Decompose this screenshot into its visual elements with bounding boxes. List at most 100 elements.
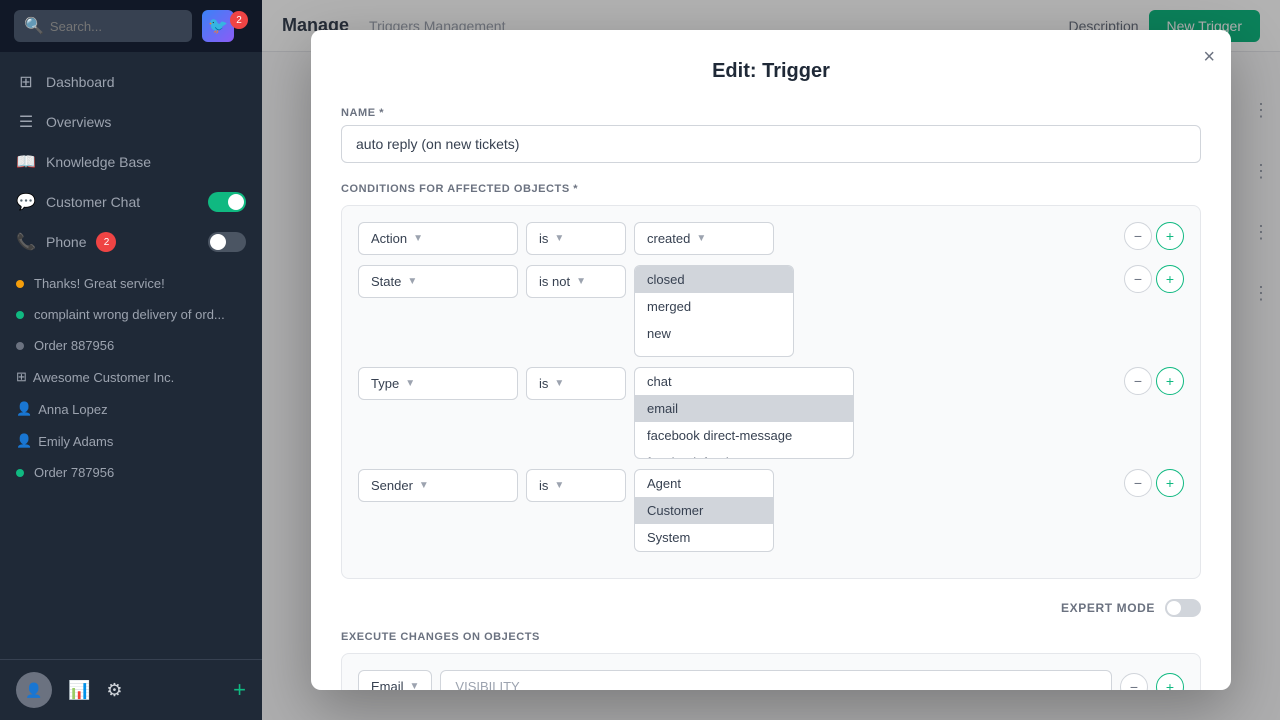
avatar[interactable]: 👤 xyxy=(16,672,52,708)
person-icon: 👤 xyxy=(16,401,32,417)
customer-chat-toggle[interactable] xyxy=(208,192,246,212)
condition-field-select[interactable]: Type ▼ xyxy=(358,367,518,400)
add-condition-button[interactable]: + xyxy=(1156,222,1184,250)
chevron-down-icon: ▼ xyxy=(554,233,564,244)
sender-dropdown[interactable]: Agent Customer System xyxy=(634,469,774,552)
condition-actions: − + xyxy=(1124,367,1184,395)
condition-field-label: Sender xyxy=(371,478,413,493)
status-indicator xyxy=(16,311,24,319)
dropdown-option[interactable]: open xyxy=(635,347,793,356)
notification-badge: 2 xyxy=(230,11,248,29)
conversation-title: complaint wrong delivery of ord... xyxy=(34,307,246,322)
remove-execute-button[interactable]: − xyxy=(1120,673,1148,691)
visibility-field[interactable]: VISIBILITY xyxy=(440,670,1112,690)
search-input[interactable] xyxy=(50,19,182,34)
expert-mode-toggle[interactable] xyxy=(1165,599,1201,617)
remove-condition-button[interactable]: − xyxy=(1124,265,1152,293)
status-indicator xyxy=(16,342,24,350)
condition-field-select[interactable]: State ▼ xyxy=(358,265,518,298)
list-item[interactable]: 👤 Anna Lopez xyxy=(0,393,262,425)
execute-row: Email ▼ VISIBILITY − + xyxy=(358,670,1184,690)
knowledge-base-icon: 📖 xyxy=(16,152,36,172)
sidebar-item-dashboard[interactable]: ⊞ Dashboard xyxy=(0,62,262,102)
condition-operator-label: is xyxy=(539,231,548,246)
chevron-down-icon: ▼ xyxy=(410,681,420,690)
condition-value-label: created xyxy=(647,231,690,246)
conditions-container: Action ▼ is ▼ created ▼ − + xyxy=(341,205,1201,579)
sidebar-item-label: Customer Chat xyxy=(46,194,140,210)
visibility-label: VISIBILITY xyxy=(455,679,519,690)
condition-field-select[interactable]: Sender ▼ xyxy=(358,469,518,502)
condition-row: State ▼ is not ▼ closed merged new open xyxy=(358,265,1184,357)
dropdown-option[interactable]: email xyxy=(635,395,853,422)
type-dropdown[interactable]: chat email facebook direct-message faceb… xyxy=(634,367,854,459)
condition-field-label: Type xyxy=(371,376,399,391)
condition-field-label: State xyxy=(371,274,401,289)
sidebar-item-label: Dashboard xyxy=(46,74,115,90)
dropdown-option[interactable]: chat xyxy=(635,368,853,395)
sidebar-item-customer-chat[interactable]: 💬 Customer Chat xyxy=(0,182,262,222)
add-condition-button[interactable]: + xyxy=(1156,265,1184,293)
condition-operator-label: is xyxy=(539,376,548,391)
add-button[interactable]: + xyxy=(233,677,246,703)
condition-operator-select[interactable]: is not ▼ xyxy=(526,265,626,298)
phone-icon: 📞 xyxy=(16,232,36,252)
remove-condition-button[interactable]: − xyxy=(1124,367,1152,395)
settings-icon[interactable]: ⚙ xyxy=(106,680,122,701)
list-item[interactable]: Order 887956 xyxy=(0,330,262,361)
conversation-title: Order 887956 xyxy=(34,338,246,353)
execute-label: EXECUTE CHANGES ON OBJECTS xyxy=(341,631,1201,643)
sender-dropdown-list: Agent Customer System xyxy=(635,470,773,551)
sidebar-item-phone[interactable]: 📞 Phone 2 xyxy=(0,222,262,262)
state-dropdown[interactable]: closed merged new open pending close xyxy=(634,265,794,357)
dropdown-option[interactable]: merged xyxy=(635,293,793,320)
remove-condition-button[interactable]: − xyxy=(1124,222,1152,250)
sidebar-item-overviews[interactable]: ☰ Overviews xyxy=(0,102,262,142)
conversation-title: Awesome Customer Inc. xyxy=(33,370,246,385)
type-dropdown-list: chat email facebook direct-message faceb… xyxy=(635,368,853,458)
chevron-down-icon: ▼ xyxy=(554,480,564,491)
condition-operator-select[interactable]: is ▼ xyxy=(526,469,626,502)
add-execute-button[interactable]: + xyxy=(1156,673,1184,691)
dropdown-option[interactable]: closed xyxy=(635,266,793,293)
list-item[interactable]: 👤 Emily Adams xyxy=(0,425,262,457)
add-condition-button[interactable]: + xyxy=(1156,367,1184,395)
condition-operator-label: is not xyxy=(539,274,570,289)
list-item[interactable]: ⊞ Awesome Customer Inc. xyxy=(0,361,262,393)
dropdown-option[interactable]: Agent xyxy=(635,470,773,497)
list-item[interactable]: complaint wrong delivery of ord... xyxy=(0,299,262,330)
sidebar-item-knowledge-base[interactable]: 📖 Knowledge Base xyxy=(0,142,262,182)
condition-row: Sender ▼ is ▼ Agent Customer System xyxy=(358,469,1184,552)
condition-operator-select[interactable]: is ▼ xyxy=(526,222,626,255)
execute-type-label: Email xyxy=(371,679,404,690)
condition-operator-select[interactable]: is ▼ xyxy=(526,367,626,400)
list-item[interactable]: Order 787956 xyxy=(0,457,262,488)
modal-close-button[interactable]: × xyxy=(1203,46,1215,69)
dropdown-option[interactable]: new xyxy=(635,320,793,347)
sidebar-item-label: Phone xyxy=(46,234,86,250)
modal-title: Edit: Trigger xyxy=(341,60,1201,83)
condition-operator-label: is xyxy=(539,478,548,493)
chevron-down-icon: ▼ xyxy=(554,378,564,389)
phone-toggle[interactable] xyxy=(208,232,246,252)
dropdown-option[interactable]: Customer xyxy=(635,497,773,524)
chevron-down-icon: ▼ xyxy=(405,378,415,389)
dropdown-option[interactable]: facebook feed comment xyxy=(635,449,853,458)
trigger-name-input[interactable] xyxy=(341,125,1201,163)
chart-icon[interactable]: 📊 xyxy=(68,680,90,701)
condition-field-select[interactable]: Action ▼ xyxy=(358,222,518,255)
dropdown-option[interactable]: facebook direct-message xyxy=(635,422,853,449)
execute-type-select[interactable]: Email ▼ xyxy=(358,670,432,690)
edit-trigger-modal: Edit: Trigger × NAME * CONDITIONS FOR AF… xyxy=(311,30,1231,690)
chevron-down-icon: ▼ xyxy=(413,233,423,244)
add-condition-button[interactable]: + xyxy=(1156,469,1184,497)
grid-icon: ⊞ xyxy=(16,369,27,385)
condition-value-select[interactable]: created ▼ xyxy=(634,222,774,255)
list-item[interactable]: Thanks! Great service! xyxy=(0,268,262,299)
condition-actions: − + xyxy=(1124,265,1184,293)
dropdown-option[interactable]: System xyxy=(635,524,773,551)
sidebar-item-label: Knowledge Base xyxy=(46,154,151,170)
chevron-down-icon: ▼ xyxy=(696,233,706,244)
search-bar[interactable]: 🔍 xyxy=(14,10,192,42)
remove-condition-button[interactable]: − xyxy=(1124,469,1152,497)
